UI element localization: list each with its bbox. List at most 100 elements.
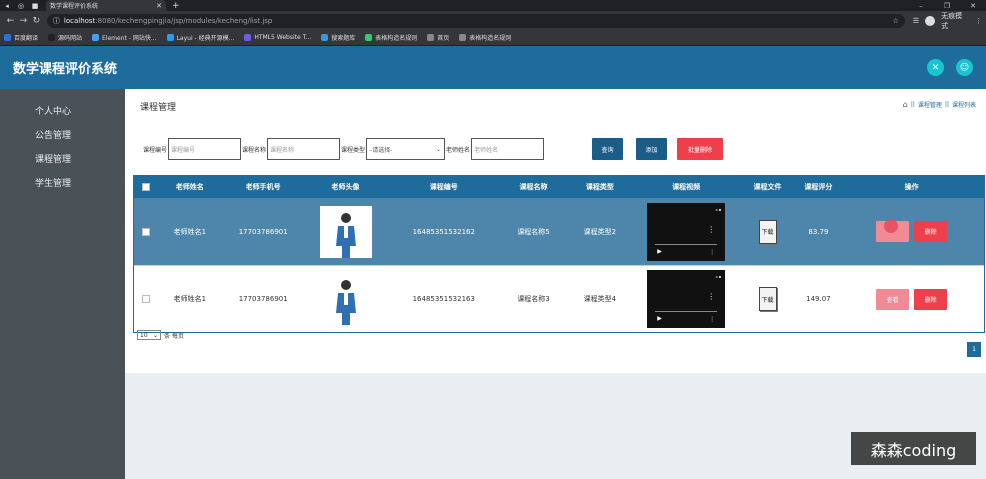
teacher-avatar: [319, 205, 372, 258]
video-progress-bar[interactable]: [655, 311, 718, 312]
bookmark-favicon-icon: [244, 34, 252, 41]
video-menu-icon[interactable]: ⋮: [707, 225, 715, 234]
person-figure-icon: [335, 212, 356, 258]
add-button[interactable]: 添加: [636, 138, 667, 160]
info-icon[interactable]: ⓘ: [53, 16, 60, 26]
forward-icon[interactable]: →: [17, 16, 30, 26]
minimize-icon[interactable]: –: [908, 2, 934, 10]
column-header: 课程类型: [585, 183, 614, 191]
browser-menu-icon[interactable]: ⋮: [975, 17, 982, 25]
breadcrumb-item[interactable]: 课程列表: [952, 100, 976, 109]
course-name-input[interactable]: 课程名称: [267, 138, 341, 160]
fullscreen-icon[interactable]: ✕: [927, 59, 944, 76]
user-icon[interactable]: ☺: [956, 59, 973, 76]
course-type-cell: 课程类型4: [583, 295, 617, 303]
course-number-input[interactable]: 课程编号: [168, 138, 242, 160]
reload-icon[interactable]: ↻: [30, 16, 43, 26]
teacher-name-label: 老师姓名: [446, 146, 471, 154]
course-number-label: 课程编号: [143, 146, 168, 154]
view-button[interactable]: 查看: [876, 288, 910, 310]
course-name-cell: 课程名称3: [517, 295, 550, 303]
column-header: 老师头像: [331, 183, 360, 191]
bookmarks-bar: 百度翻译 源码网站 Element - 网站快... Layui - 经典开源模...…: [0, 30, 986, 46]
bookmark-favicon-icon: [166, 34, 174, 41]
bookmark-item[interactable]: 搜索题库: [321, 33, 355, 42]
bookmark-item[interactable]: Element - 网站快...: [92, 33, 157, 42]
video-progress-bar[interactable]: [655, 243, 718, 245]
pagination-size: 10 ⌄ 条 每页: [137, 330, 184, 340]
address-bar-row: ← → ↻ ⓘ localhost:8080/kechengpingjia/js…: [0, 11, 986, 30]
tab-menu-icon[interactable]: ◂: [0, 0, 14, 11]
download-button[interactable]: 下载: [758, 287, 777, 311]
play-icon[interactable]: ▶: [657, 315, 662, 322]
select-all-checkbox[interactable]: [142, 183, 151, 191]
batch-delete-button[interactable]: 批量删除: [677, 138, 723, 160]
chevron-down-icon: ⌄: [152, 331, 158, 339]
close-window-icon[interactable]: ✕: [960, 2, 986, 10]
course-video-player[interactable]: ◂ ▪ ⋮ ▶ ⋮: [647, 202, 726, 261]
bookmark-item[interactable]: HTML5 Website T...: [244, 34, 311, 41]
sidebar-item-notices[interactable]: 公告管理: [0, 124, 125, 148]
table-row[interactable]: 老师姓名1 17703786901 16485351532162 课程名称5 课…: [134, 198, 984, 265]
column-header: 课程编号: [429, 183, 458, 191]
bookmark-favicon-icon: [459, 34, 467, 41]
restore-icon[interactable]: ❐: [934, 2, 960, 10]
play-icon[interactable]: ▶: [657, 248, 662, 255]
bookmark-item[interactable]: 源码网站: [48, 33, 82, 42]
delete-button[interactable]: 删除: [914, 221, 948, 242]
page-size-value: 10: [140, 331, 148, 339]
new-tab-icon[interactable]: +: [172, 1, 180, 11]
course-number-cell: 16485351532163: [412, 295, 475, 303]
download-button[interactable]: 下载: [758, 219, 777, 244]
score-cell: 149.07: [806, 295, 831, 303]
bookmark-item[interactable]: 表格构造名规则: [459, 33, 511, 42]
row-checkbox[interactable]: [142, 227, 151, 236]
per-page-label: 条 每页: [164, 332, 184, 340]
course-video-player[interactable]: ◂ ▪ ⋮ ▶ ⋮: [647, 270, 726, 328]
back-icon[interactable]: ←: [4, 16, 17, 26]
course-name-cell: 课程名称5: [517, 227, 550, 236]
course-type-select[interactable]: -请选择- ⌄: [366, 138, 446, 160]
filter-bar: 课程编号 课程编号 课程名称 课程名称 课程类型 -请选择- ⌄ 老师姓名 老师…: [143, 138, 545, 160]
bookmark-item[interactable]: Layui - 经典开源模...: [166, 33, 235, 42]
sidebar-item-personal-center[interactable]: 个人中心: [0, 100, 125, 124]
bookmark-label: Element - 网站快...: [102, 35, 157, 42]
breadcrumb-sep: ||: [910, 101, 915, 108]
bookmark-star-icon[interactable]: ☆: [893, 17, 899, 25]
app-title: 数学课程评价系统: [13, 62, 118, 77]
row-checkbox[interactable]: [142, 295, 151, 303]
browser-tabstrip: ◂ ◎ ■ 数学课程评价系统 ✕ + – ❐ ✕: [0, 0, 986, 11]
delete-button[interactable]: 删除: [914, 288, 948, 310]
breadcrumb-item[interactable]: 课程管理: [918, 100, 942, 109]
view-button[interactable]: 查看: [876, 219, 910, 242]
sidebar-item-courses[interactable]: 课程管理: [0, 148, 125, 172]
bookmark-item[interactable]: 首页: [427, 33, 449, 42]
teacher-name-cell: 老师姓名1: [173, 295, 207, 303]
query-button[interactable]: 查询: [592, 138, 623, 160]
chrome-icon: ◎: [17, 1, 25, 10]
video-menu-icon[interactable]: ⋮: [707, 292, 715, 301]
tab-search-icon[interactable]: ☰: [913, 17, 919, 25]
score-cell: 83.79: [808, 227, 829, 236]
sidebar-item-students[interactable]: 学生管理: [0, 172, 125, 196]
page-size-select[interactable]: 10 ⌄: [137, 330, 161, 340]
table-row[interactable]: 老师姓名1 17703786901 16485351532163 课程名称3 课…: [134, 265, 984, 332]
home-icon[interactable]: ⌂: [903, 100, 908, 109]
teacher-name-cell: 老师姓名1: [173, 227, 207, 236]
column-header: 课程名称: [519, 183, 548, 191]
page-number-button[interactable]: 1: [967, 342, 981, 357]
bookmark-item[interactable]: 百度翻译: [4, 33, 38, 42]
browser-tab[interactable]: 数学课程评价系统 ✕: [46, 0, 166, 11]
teacher-name-input[interactable]: 老师姓名: [471, 138, 545, 160]
url-field[interactable]: ⓘ localhost:8080/kechengpingjia/jsp/modu…: [46, 13, 905, 28]
sidebar: 个人中心 公告管理 课程管理 学生管理: [0, 89, 125, 479]
video-more-icon[interactable]: ⋮: [709, 249, 715, 256]
bookmark-label: Layui - 经典开源模...: [176, 35, 235, 42]
video-more-icon[interactable]: ⋮: [709, 316, 715, 323]
close-tab-icon[interactable]: ✕: [156, 2, 162, 10]
watermark: 森森coding: [851, 432, 976, 465]
bookmark-item[interactable]: 表格构造名规则: [365, 33, 417, 42]
browser-tab-title: 数学课程评价系统: [50, 3, 99, 10]
bookmark-favicon-icon: [48, 34, 56, 41]
chevron-down-icon: ⌄: [436, 145, 442, 153]
